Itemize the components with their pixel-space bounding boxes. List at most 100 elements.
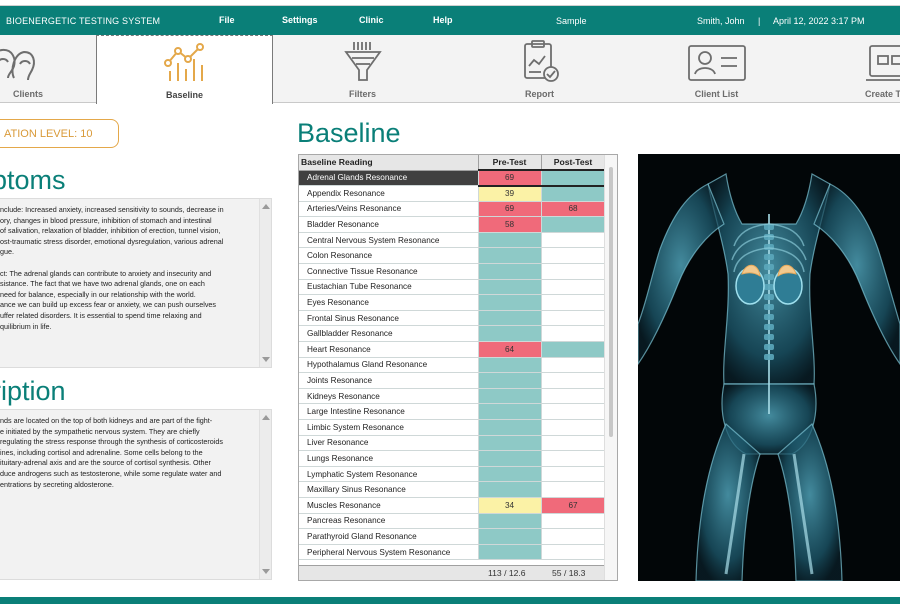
tab-baseline[interactable]: Baseline xyxy=(96,35,273,104)
post-test-value[interactable] xyxy=(540,278,606,296)
symptoms-scrollbar[interactable] xyxy=(259,199,271,367)
column-header-post-test[interactable]: Post-Test xyxy=(541,155,606,171)
table-row[interactable]: Appendix Resonance 39 xyxy=(299,185,606,202)
scroll-up-icon[interactable] xyxy=(262,415,270,420)
reading-name[interactable]: Arteries/Veins Resonance xyxy=(299,200,479,218)
table-row[interactable]: Lungs Resonance xyxy=(299,450,606,467)
pre-test-value[interactable] xyxy=(477,372,542,389)
table-row[interactable]: Hypothalamus Gland Resonance xyxy=(299,356,606,374)
post-test-value[interactable] xyxy=(540,341,606,358)
post-test-value[interactable] xyxy=(540,465,606,483)
table-row[interactable]: Frontal Sinus Resonance xyxy=(299,309,606,327)
reading-name[interactable]: Adrenal Glands Resonance xyxy=(299,169,479,187)
reading-name[interactable]: Pancreas Resonance xyxy=(299,512,479,530)
description-panel[interactable]: nds are located on the top of both kidne… xyxy=(0,409,272,580)
post-test-value[interactable] xyxy=(540,372,606,389)
table-row[interactable]: Adrenal Glands Resonance 69 xyxy=(299,169,606,187)
post-test-value[interactable] xyxy=(540,450,606,467)
post-test-value[interactable] xyxy=(540,231,606,249)
table-row[interactable]: Peripheral Nervous System Resonance xyxy=(299,543,606,561)
table-row[interactable]: Central Nervous System Resonance xyxy=(299,231,606,249)
pre-test-value[interactable] xyxy=(477,450,542,467)
reading-name[interactable]: Appendix Resonance xyxy=(299,185,479,202)
pre-test-value[interactable] xyxy=(477,247,542,265)
table-row[interactable]: Eustachian Tube Resonance xyxy=(299,278,606,296)
post-test-value[interactable] xyxy=(540,185,606,202)
description-scrollbar[interactable] xyxy=(259,410,271,579)
pre-test-value[interactable] xyxy=(477,294,542,311)
column-header-reading[interactable]: Baseline Reading xyxy=(299,155,479,171)
post-test-value[interactable] xyxy=(540,403,606,420)
column-header-pre-test[interactable]: Pre-Test xyxy=(478,155,542,171)
menu-clinic[interactable]: Clinic xyxy=(359,15,384,25)
pre-test-value[interactable]: 69 xyxy=(477,169,542,187)
grid-scroll-thumb[interactable] xyxy=(609,167,613,437)
post-test-value[interactable] xyxy=(540,434,606,452)
post-test-value[interactable] xyxy=(540,309,606,327)
post-test-value[interactable] xyxy=(540,263,606,280)
table-row[interactable]: Gallbladder Resonance xyxy=(299,325,606,343)
pre-test-value[interactable] xyxy=(477,356,542,374)
post-test-value[interactable] xyxy=(540,528,606,545)
baseline-grid[interactable]: Baseline Reading Pre-Test Post-Test Adre… xyxy=(298,154,618,581)
reading-name[interactable]: Eyes Resonance xyxy=(299,294,479,311)
table-row[interactable]: Muscles Resonance 34 67 xyxy=(299,496,606,514)
pre-test-value[interactable] xyxy=(477,309,542,327)
pre-test-value[interactable] xyxy=(477,325,542,343)
post-test-value[interactable] xyxy=(540,325,606,343)
reading-name[interactable]: Lungs Resonance xyxy=(299,450,479,467)
pre-test-value[interactable] xyxy=(477,434,542,452)
reading-name[interactable]: Central Nervous System Resonance xyxy=(299,231,479,249)
pre-test-value[interactable] xyxy=(477,419,542,436)
reading-name[interactable]: Bladder Resonance xyxy=(299,216,479,233)
grid-scrollbar[interactable] xyxy=(604,155,617,580)
post-test-value[interactable] xyxy=(540,294,606,311)
pre-test-value[interactable] xyxy=(477,263,542,280)
post-test-value[interactable] xyxy=(540,356,606,374)
pre-test-value[interactable] xyxy=(477,543,542,561)
post-test-value[interactable] xyxy=(540,387,606,405)
tab-client-list[interactable]: Client List xyxy=(628,35,805,103)
table-row[interactable]: Heart Resonance 64 xyxy=(299,341,606,358)
post-test-value[interactable] xyxy=(540,481,606,498)
pre-test-value[interactable] xyxy=(477,387,542,405)
reading-name[interactable]: Hypothalamus Gland Resonance xyxy=(299,356,479,374)
reading-name[interactable]: Liver Resonance xyxy=(299,434,479,452)
pre-test-value[interactable] xyxy=(477,278,542,296)
tab-report[interactable]: Report xyxy=(451,35,628,103)
table-row[interactable]: Pancreas Resonance xyxy=(299,512,606,530)
pre-test-value[interactable]: 69 xyxy=(477,200,542,218)
pre-test-value[interactable]: 34 xyxy=(477,496,542,514)
table-row[interactable]: Connective Tissue Resonance xyxy=(299,263,606,280)
post-test-value[interactable]: 67 xyxy=(540,496,606,514)
pre-test-value[interactable]: 64 xyxy=(477,341,542,358)
table-row[interactable]: Eyes Resonance xyxy=(299,294,606,311)
table-row[interactable]: Kidneys Resonance xyxy=(299,387,606,405)
pre-test-value[interactable] xyxy=(477,465,542,483)
table-row[interactable]: Joints Resonance xyxy=(299,372,606,389)
tab-clients[interactable]: Clients xyxy=(0,35,56,103)
table-row[interactable]: Colon Resonance xyxy=(299,247,606,265)
scroll-down-icon[interactable] xyxy=(262,569,270,574)
pre-test-value[interactable]: 39 xyxy=(477,185,542,202)
post-test-value[interactable] xyxy=(540,169,606,187)
tab-filters[interactable]: Filters xyxy=(274,35,451,103)
pre-test-value[interactable]: 58 xyxy=(477,216,542,233)
table-row[interactable]: Maxillary Sinus Resonance xyxy=(299,481,606,498)
reading-name[interactable]: Lymphatic System Resonance xyxy=(299,465,479,483)
pre-test-value[interactable] xyxy=(477,403,542,420)
post-test-value[interactable] xyxy=(540,247,606,265)
post-test-value[interactable] xyxy=(540,512,606,530)
table-row[interactable]: Liver Resonance xyxy=(299,434,606,452)
reading-name[interactable]: Kidneys Resonance xyxy=(299,387,479,405)
reading-name[interactable]: Muscles Resonance xyxy=(299,496,479,514)
tab-create-test[interactable]: Create T xyxy=(805,35,900,103)
post-test-value[interactable] xyxy=(540,419,606,436)
reading-name[interactable]: Parathyroid Gland Resonance xyxy=(299,528,479,545)
reading-name[interactable]: Connective Tissue Resonance xyxy=(299,263,479,280)
scroll-down-icon[interactable] xyxy=(262,357,270,362)
reading-name[interactable]: Maxillary Sinus Resonance xyxy=(299,481,479,498)
menu-file[interactable]: File xyxy=(219,15,235,25)
reading-name[interactable]: Joints Resonance xyxy=(299,372,479,389)
symptoms-panel[interactable]: nclude: Increased anxiety, increased sen… xyxy=(0,198,272,368)
